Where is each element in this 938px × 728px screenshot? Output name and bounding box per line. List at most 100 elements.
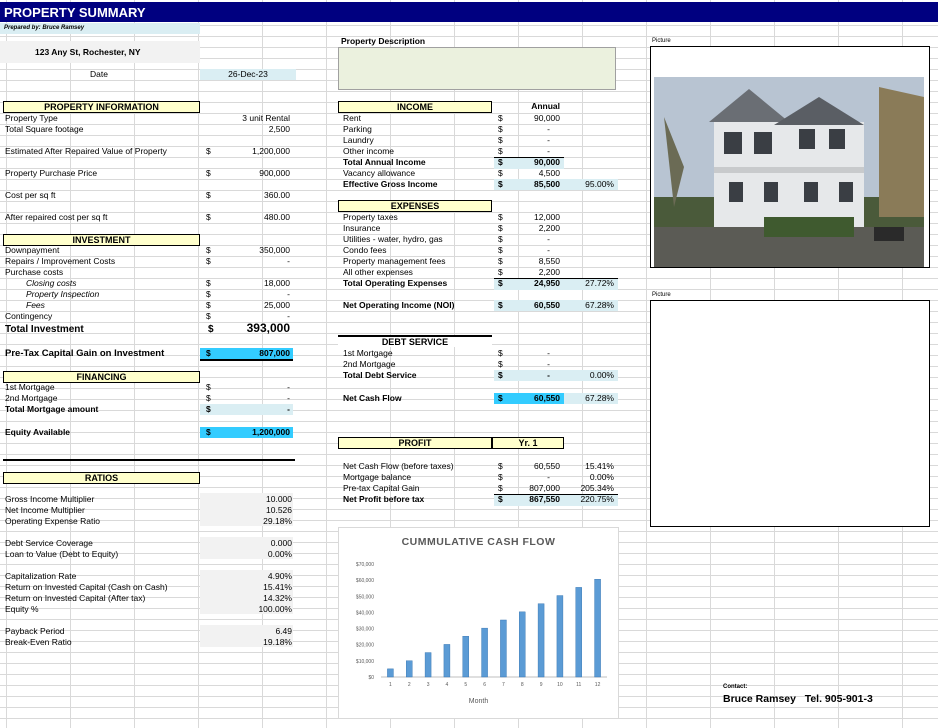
property-info-header: PROPERTY INFORMATION <box>3 101 200 113</box>
mortgage-balance-currency: $ <box>498 472 503 482</box>
equity-available-label: Equity Available <box>5 427 71 437</box>
debt-first-mortgage-value[interactable]: - <box>510 348 550 359</box>
y-tick-label: $70,000 <box>356 562 374 568</box>
condo-fees-value[interactable]: - <box>510 245 550 256</box>
total-expenses-label: Total Operating Expenses <box>343 278 448 288</box>
cumulative-cash-flow-chart[interactable]: CUMMULATIVE CASH FLOW $0 $10,000 $20,000 $3… <box>338 527 619 719</box>
other-income-label: Other income <box>343 146 395 156</box>
egi-value: 85,500 <box>534 179 560 189</box>
contact-label: Contact: <box>723 684 748 690</box>
roic-cash-label: Return on Invested Capital (Cash on Cash… <box>5 582 168 592</box>
contact-value: Bruce Ramsey Tel. 905-901-3 <box>723 693 873 705</box>
fees-currency: $ <box>206 300 211 310</box>
utilities-value[interactable]: - <box>510 234 550 245</box>
date-value[interactable]: 26-Dec-23 <box>200 69 296 80</box>
total-investment-label: Total Investment <box>5 324 84 335</box>
noi-currency: $ <box>498 300 503 310</box>
debt-first-mortgage-label: 1st Mortgage <box>343 348 393 358</box>
annual-label: Annual <box>531 101 560 111</box>
rent-value[interactable]: 90,000 <box>510 113 560 124</box>
sqft-value[interactable]: 2,500 <box>200 124 290 135</box>
chart-bar <box>575 587 582 678</box>
pretax-gain-currency: $ <box>206 348 211 358</box>
fees-value[interactable]: 25,000 <box>220 300 290 311</box>
payback-value: 6.49 <box>275 626 292 636</box>
equity-available-value: 1,200,000 <box>252 427 290 437</box>
condo-fees-currency: $ <box>498 245 503 255</box>
property-taxes-value[interactable]: 12,000 <box>510 212 560 223</box>
vacancy-value[interactable]: 4,500 <box>510 168 560 179</box>
chart-bar <box>462 636 469 678</box>
fin-second-mortgage-value[interactable]: - <box>220 393 290 404</box>
roic-cash-value: 15.41% <box>263 582 292 592</box>
chart-bar <box>424 652 432 678</box>
dsc-label: Debt Service Coverage <box>5 538 93 548</box>
property-description-field[interactable] <box>338 47 616 90</box>
arv-value[interactable]: 1,200,000 <box>220 146 290 157</box>
x-tick-label: 4 <box>446 682 449 688</box>
inspection-label: Property Inspection <box>26 289 100 299</box>
cost-sqft-value[interactable]: 360.00 <box>220 190 290 201</box>
debt-second-mortgage-value[interactable]: - <box>510 359 550 370</box>
repairs-currency: $ <box>206 256 211 266</box>
ltv-value: 0.00% <box>267 549 292 559</box>
equity-pct-value: 100.00% <box>258 604 292 614</box>
closing-costs-value[interactable]: 18,000 <box>220 278 290 289</box>
picture-frame-1[interactable] <box>650 46 930 268</box>
cap-rate-label: Capitalization Rate <box>5 571 77 581</box>
y-tick-label: $20,000 <box>356 643 374 649</box>
dsc-value: 0.000 <box>270 538 292 548</box>
repairs-value[interactable]: - <box>220 256 290 267</box>
property-taxes-currency: $ <box>498 212 503 222</box>
purchase-price-value[interactable]: 900,000 <box>220 168 290 179</box>
total-mortgage-label: Total Mortgage amount <box>5 404 99 414</box>
total-income-label: Total Annual Income <box>343 157 426 167</box>
inspection-value[interactable]: - <box>220 289 290 300</box>
net-profit-currency: $ <box>498 494 503 504</box>
picture-frame-2[interactable] <box>650 300 930 527</box>
chart-bar <box>556 595 564 678</box>
equity-pct-label: Equity % <box>5 604 39 614</box>
income-header: INCOME <box>338 101 492 113</box>
year-label: Yr. 1 <box>492 437 564 449</box>
total-expenses-currency: $ <box>498 278 503 288</box>
capital-gain-pct: 205.34% <box>580 483 614 493</box>
expenses-header: EXPENSES <box>338 200 492 212</box>
contingency-label: Contingency <box>5 311 53 321</box>
chart-bar <box>481 627 488 678</box>
fin-first-mortgage-label: 1st Mortgage <box>5 382 55 392</box>
chart-bar <box>594 579 601 678</box>
capital-gain-currency: $ <box>498 483 503 493</box>
net-profit-label: Net Profit before tax <box>343 494 425 504</box>
arc-sqft-value[interactable]: 480.00 <box>220 212 290 223</box>
fin-first-mortgage-value[interactable]: - <box>220 382 290 393</box>
egi-label: Effective Gross Income <box>343 179 438 189</box>
total-debt-currency: $ <box>498 370 503 380</box>
property-type-value[interactable]: 3 unit Rental <box>200 113 290 124</box>
equity-available-currency: $ <box>206 427 211 437</box>
other-income-value[interactable]: - <box>510 146 550 157</box>
breakeven-value: 19.18% <box>263 637 292 647</box>
fin-second-mortgage-label: 2nd Mortgage <box>5 393 58 403</box>
chart-x-axis-label: Month <box>468 698 489 705</box>
downpayment-value[interactable]: 350,000 <box>220 245 290 256</box>
purchase-price-label: Property Purchase Price <box>5 168 98 178</box>
arv-label: Estimated After Repaired Value of Proper… <box>5 146 167 156</box>
insurance-value[interactable]: 2,200 <box>510 223 560 234</box>
page-title: PROPERTY SUMMARY <box>4 5 146 20</box>
sqft-label: Total Square footage <box>5 124 84 134</box>
noi-label: Net Operating Income (NOI) <box>343 300 455 310</box>
total-debt-pct: 0.00% <box>589 370 614 380</box>
mgmt-fees-value[interactable]: 8,550 <box>510 256 560 267</box>
house-photo <box>654 77 924 267</box>
laundry-value[interactable]: - <box>510 135 550 146</box>
x-tick-label: 8 <box>521 682 524 688</box>
noi-pct: 67.28% <box>585 300 614 310</box>
closing-costs-label: Closing costs <box>26 278 77 288</box>
y-tick-label: $10,000 <box>356 659 374 665</box>
other-expenses-value[interactable]: 2,200 <box>510 267 560 278</box>
parking-value[interactable]: - <box>510 124 550 135</box>
chart-bar <box>519 611 526 678</box>
rent-label: Rent <box>343 113 361 123</box>
insurance-label: Insurance <box>343 223 381 233</box>
